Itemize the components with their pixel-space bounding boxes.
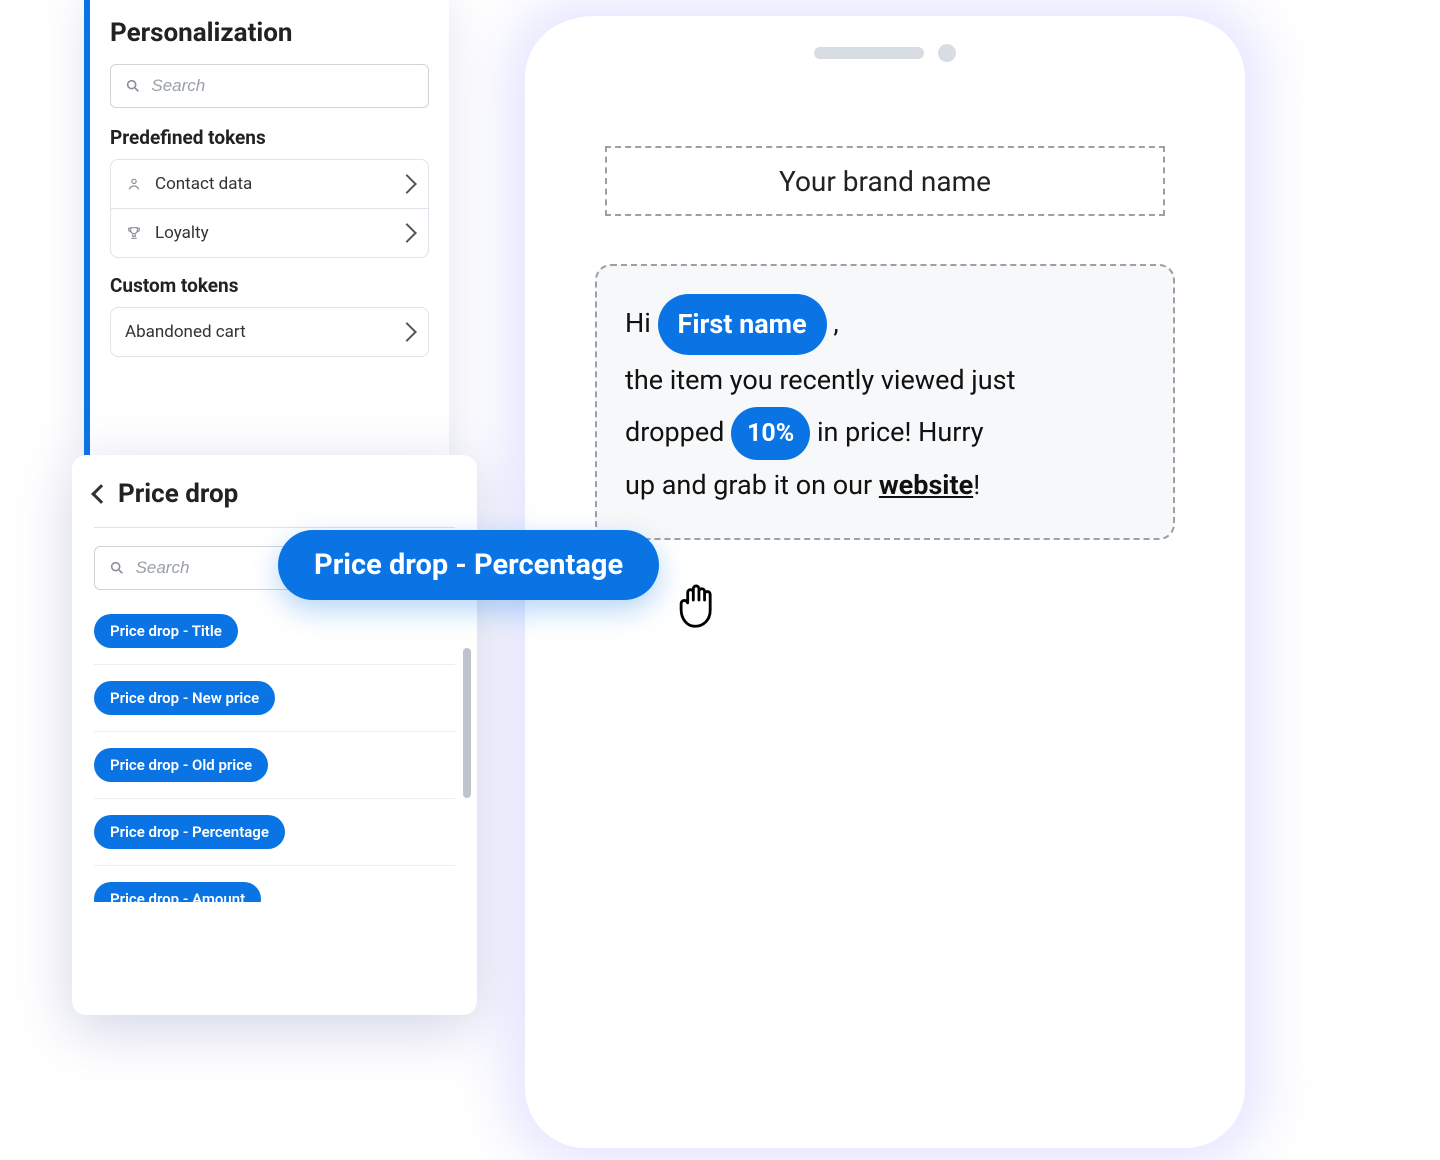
phone-top-hardware [814,44,956,62]
token-row-contact-data[interactable]: Contact data [111,160,428,208]
chevron-right-icon [397,322,417,342]
message-preview[interactable]: Hi First name , the item you recently vi… [595,264,1175,540]
price-drop-token-list: Price drop - Title Price drop - New pric… [72,598,477,902]
price-drop-title: Price drop [118,479,238,509]
search-icon [109,559,126,577]
phone-camera [938,44,956,62]
list-item: Price drop - New price [94,665,455,732]
list-item: Price drop - Amount [94,866,455,902]
token-row-label: Abandoned cart [125,322,246,342]
brand-name-placeholder[interactable]: Your brand name [605,146,1165,216]
custom-tokens-label: Custom tokens [90,274,449,307]
dragged-token-pill[interactable]: Price drop - Percentage [278,530,659,600]
msg-website-link[interactable]: website [879,469,973,501]
chevron-right-icon [397,174,417,194]
brand-name-text: Your brand name [779,165,991,198]
custom-tokens-group: Abandoned cart [110,307,429,357]
panel-title: Personalization [90,18,449,64]
msg-inprice: in price! Hurry [817,416,984,448]
msg-line1: the item you recently viewed just [625,364,1015,396]
person-icon [125,175,143,193]
divider [94,527,455,528]
predefined-tokens-label: Predefined tokens [90,126,449,159]
token-first-name[interactable]: First name [658,294,827,355]
search-input-main[interactable] [151,76,414,96]
personalization-panel: Personalization Predefined tokens Contac… [84,0,449,470]
msg-comma: , [833,307,838,339]
phone-speaker [814,47,924,59]
grab-cursor-icon [668,570,728,630]
token-chip-price-drop-new-price[interactable]: Price drop - New price [94,681,275,715]
list-item: Price drop - Title [94,598,455,665]
token-chip-price-drop-percentage[interactable]: Price drop - Percentage [94,815,285,849]
token-percent[interactable]: 10% [731,407,810,461]
scrollbar[interactable] [463,648,471,798]
token-chip-price-drop-title[interactable]: Price drop - Title [94,614,238,648]
trophy-icon [125,224,143,242]
token-row-label: Loyalty [155,223,209,243]
msg-text-hi: Hi [625,307,651,339]
search-icon [125,77,141,95]
predefined-tokens-group: Contact data Loyalty [110,159,429,258]
msg-excl: ! [973,469,980,501]
msg-dropped: dropped [625,416,724,448]
list-item: Price drop - Old price [94,732,455,799]
search-box-main[interactable] [110,64,429,108]
msg-grab: up and grab it on our [625,469,872,501]
token-row-loyalty[interactable]: Loyalty [111,208,428,257]
token-chip-price-drop-amount[interactable]: Price drop - Amount [94,882,261,902]
chevron-left-icon[interactable] [91,484,111,504]
token-chip-price-drop-old-price[interactable]: Price drop - Old price [94,748,268,782]
price-drop-header[interactable]: Price drop [72,479,477,521]
token-row-abandoned-cart[interactable]: Abandoned cart [111,308,428,356]
list-item: Price drop - Percentage [94,799,455,866]
token-row-label: Contact data [155,174,252,194]
chevron-right-icon [397,223,417,243]
